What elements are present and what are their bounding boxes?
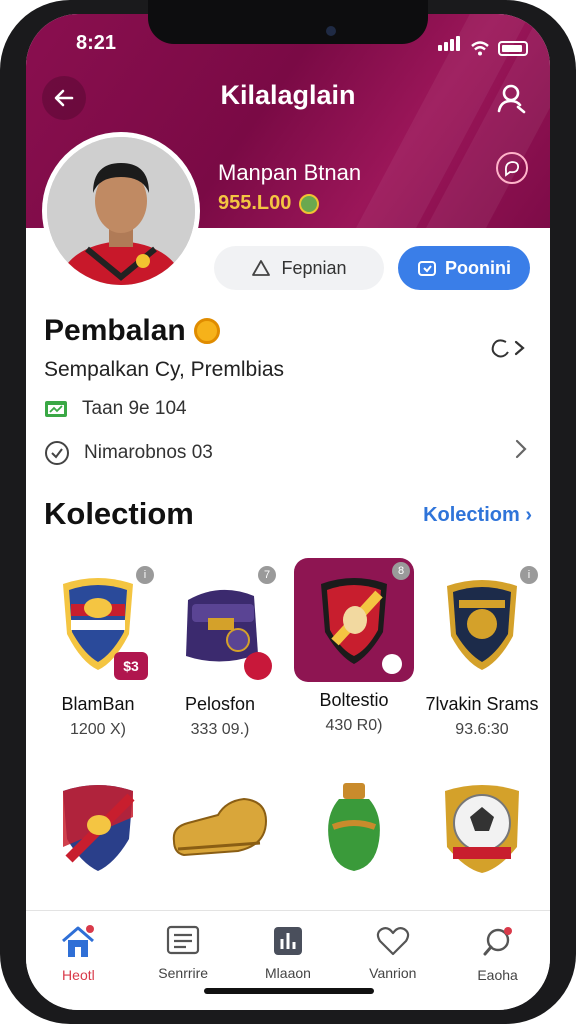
secondary-action-button[interactable]: Fepnian: [214, 246, 384, 290]
primary-action-label: Poonini: [445, 257, 511, 278]
nav-label: Vanrion: [369, 965, 417, 981]
user-coins: 955.L00: [218, 192, 320, 215]
shield-icon: [321, 578, 387, 664]
collection-item-selected[interactable]: 8 Boltestio 430 R0): [294, 558, 414, 735]
nav-item-search[interactable]: Eaoha: [448, 925, 548, 1010]
collection-item[interactable]: i 7lvakin Srams 93.6:30: [422, 562, 542, 739]
collection-link-label: Kolectiom: [423, 504, 520, 526]
item-name: Pelosfon: [184, 694, 256, 714]
chart-icon: [273, 927, 302, 955]
phone-frame: 8:21 Kilalaglain Manpan Btnan 955.L00 Fe…: [0, 0, 576, 1024]
phone-notch: [148, 0, 428, 44]
chevron-right-icon: [515, 439, 527, 459]
item-badge: 7: [258, 566, 276, 584]
item-badge: i: [136, 566, 154, 584]
nav-item-chart[interactable]: Mlaaon: [238, 925, 338, 1010]
section-more-button[interactable]: [486, 334, 530, 362]
check-badge-icon: [382, 654, 402, 674]
item-thumbnail: 7: [160, 562, 280, 686]
page-title: Kilalaglain: [220, 80, 356, 110]
nav-label: Eaoha: [477, 967, 518, 983]
nav-item-favorites[interactable]: Vanrion: [343, 925, 443, 1010]
refresh-chevron-icon: [491, 339, 525, 358]
secondary-action-label: Fepnian: [281, 257, 347, 278]
collection-see-all-link[interactable]: Kolectiom ›: [423, 504, 532, 527]
status-icons: [438, 36, 528, 56]
info-row-date-label: Taan 9e 104: [82, 398, 187, 419]
collection-item[interactable]: i $3 BlamBan 1200 X): [38, 562, 158, 739]
collection-item[interactable]: 7 Pelosfon 333 09.): [160, 562, 280, 739]
item-thumbnail: i $3: [38, 562, 158, 686]
warning-triangle-icon: [252, 260, 271, 276]
clock-icon: [45, 441, 69, 465]
info-row-date[interactable]: Taan 9e 104: [44, 398, 187, 420]
battery-icon: [498, 41, 528, 56]
wallet-icon: [418, 261, 436, 276]
list-icon: [167, 925, 200, 955]
status-time: 8:21: [76, 32, 117, 54]
nav-label: Heotl: [62, 967, 95, 983]
info-row-time-label: Nimarobnos 03: [84, 442, 213, 463]
account-button[interactable]: [492, 76, 532, 120]
item-price: 1200 X): [69, 721, 127, 738]
item-thumbnail: 8: [294, 558, 414, 682]
heart-badge-icon: [244, 652, 272, 680]
badge-crest-icon: [447, 580, 517, 670]
item-price: 93.6:30: [455, 721, 509, 738]
coins-value: 955.L00: [218, 192, 292, 214]
signal-icon: [438, 36, 462, 56]
item-price: 333 09.): [190, 721, 250, 738]
vase-icon: [328, 783, 380, 871]
row-chevron-button[interactable]: [514, 438, 528, 465]
item-name: Boltestio: [319, 690, 389, 710]
section-subtitle: Sempalkan Cy, Premlbias: [44, 358, 285, 381]
heart-icon: [376, 927, 409, 956]
collection-item-green-vase[interactable]: [294, 772, 414, 882]
avatar: [42, 132, 200, 290]
collection-title: Kolectiom: [44, 496, 194, 531]
item-badge: i: [520, 566, 538, 584]
shoe-icon: [172, 797, 268, 857]
collection-item-football-trophy[interactable]: [422, 772, 542, 882]
medal-icon: [193, 318, 220, 344]
home-icon: [62, 925, 95, 957]
home-indicator: [204, 988, 374, 994]
item-name: BlamBan: [61, 694, 135, 714]
wifi-icon: [471, 41, 489, 56]
user-icon: [497, 84, 526, 114]
football-icon: [445, 785, 519, 873]
item-price: 430 R0): [325, 717, 383, 734]
info-row-time[interactable]: Nimarobnos 03: [44, 440, 213, 466]
rarity-tag: $3: [114, 652, 148, 680]
collection-item-shield-flag[interactable]: [38, 772, 158, 882]
item-name: 7lvakin Srams: [425, 694, 539, 714]
avatar-photo: [47, 137, 195, 285]
link-arrow-icon: ›: [525, 504, 532, 526]
search-icon: [483, 927, 512, 956]
calendar-icon: [45, 401, 67, 417]
share-button[interactable]: [496, 152, 528, 184]
coin-icon: [299, 193, 320, 214]
section-title-text: Pembalan: [44, 314, 186, 347]
collection-item-golden-shoe[interactable]: [160, 772, 280, 882]
section-title: Pembalan: [44, 314, 220, 348]
bottom-nav: Heotl Senrrire Mlaaon Vanrion Eaoha: [26, 910, 550, 1010]
nav-item-home[interactable]: Heotl: [28, 925, 128, 1010]
item-badge: 8: [392, 562, 410, 580]
nav-label: Senrrire: [158, 965, 209, 981]
nav-label: Mlaaon: [265, 965, 311, 981]
item-thumbnail: i: [422, 562, 542, 686]
shield-flag-icon: [63, 785, 135, 871]
chat-icon: [504, 161, 520, 177]
user-name: Manpan Btnan: [218, 160, 362, 185]
app-screen: 8:21 Kilalaglain Manpan Btnan 955.L00 Fe…: [26, 14, 550, 1010]
primary-action-button[interactable]: Poonini: [398, 246, 530, 290]
camera-icon: [326, 26, 336, 36]
nav-item-list[interactable]: Senrrire: [133, 925, 233, 1010]
